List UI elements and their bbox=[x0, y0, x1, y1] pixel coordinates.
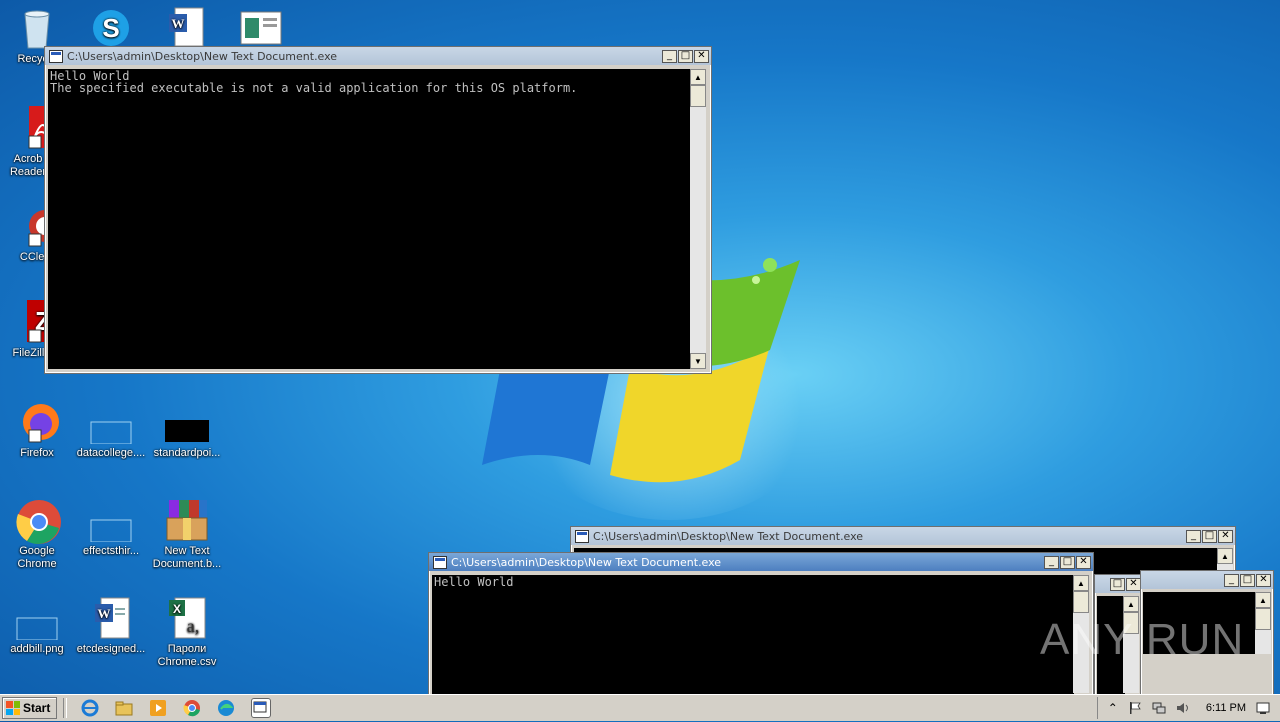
scroll-up-arrow-icon[interactable]: ▲ bbox=[1217, 548, 1233, 564]
minimize-button[interactable]: _ bbox=[1044, 555, 1059, 569]
start-label: Start bbox=[23, 701, 51, 715]
flag-notification-icon[interactable] bbox=[1128, 701, 1142, 715]
desktop-icon-label: effectsthir... bbox=[82, 545, 140, 557]
svg-text:W: W bbox=[98, 606, 111, 621]
svg-text:W: W bbox=[172, 16, 185, 31]
chrome-taskbar-icon[interactable] bbox=[183, 699, 201, 717]
clock[interactable]: 6:11 PM bbox=[1206, 702, 1246, 714]
desktop-icon-label: addbill.png bbox=[10, 643, 64, 655]
desktop-icon-chrome-passwords-csv[interactable]: Xa, Пароли Chrome.csv bbox=[150, 596, 224, 669]
blank-file-icon bbox=[15, 596, 59, 641]
scroll-up-arrow-icon[interactable]: ▲ bbox=[1255, 592, 1271, 608]
desktop-icon-label: standardpoi... bbox=[153, 447, 221, 459]
desktop-icon-label: New Text Document.b... bbox=[152, 545, 222, 570]
black-image-icon bbox=[165, 400, 209, 444]
tray-expand-chevron-icon[interactable]: ⌃ bbox=[1108, 701, 1118, 715]
scroll-up-arrow-icon[interactable]: ▲ bbox=[690, 69, 706, 85]
scroll-thumb[interactable] bbox=[690, 85, 706, 107]
show-desktop-icon[interactable] bbox=[1256, 701, 1270, 715]
taskbar-separator bbox=[63, 698, 68, 718]
svg-text:S: S bbox=[102, 13, 119, 43]
windows-flag-icon bbox=[6, 701, 20, 715]
maximize-button[interactable]: □ bbox=[1240, 573, 1255, 587]
scroll-up-arrow-icon[interactable]: ▲ bbox=[1123, 596, 1139, 612]
desktop-icon-chrome[interactable]: Google Chrome bbox=[0, 498, 74, 571]
system-tray: ⌃ 6:11 PM bbox=[1096, 697, 1280, 719]
maximize-button[interactable]: □ bbox=[1110, 577, 1125, 591]
window-titlebar[interactable]: _ □ ✕ bbox=[1141, 571, 1273, 589]
window-title: C:\Users\admin\Desktop\New Text Document… bbox=[451, 555, 722, 569]
window-title: C:\Users\admin\Desktop\New Text Document… bbox=[67, 49, 338, 63]
maximize-button[interactable]: □ bbox=[678, 49, 693, 63]
desktop-icon-firefox[interactable]: Firefox bbox=[0, 400, 74, 460]
desktop-icon-label: Google Chrome bbox=[17, 545, 57, 570]
console-output[interactable]: Hello World The specified executable is n… bbox=[48, 69, 690, 369]
minimize-button[interactable]: _ bbox=[1186, 529, 1201, 543]
winrar-archive-icon bbox=[165, 498, 209, 542]
volume-icon[interactable] bbox=[1176, 701, 1190, 715]
window-title: C:\Users\admin\Desktop\New Text Document… bbox=[593, 529, 864, 543]
vertical-scrollbar[interactable]: ▲ ▼ bbox=[690, 69, 706, 369]
desktop-icon-label: etcdesigned... bbox=[76, 643, 146, 655]
console-output[interactable]: Hello World bbox=[432, 575, 1074, 695]
recycle-bin-icon bbox=[15, 6, 59, 50]
minimize-button[interactable]: _ bbox=[662, 49, 677, 63]
svg-text:X: X bbox=[173, 602, 181, 616]
desktop-icon-datacollege[interactable]: datacollege.... bbox=[74, 400, 148, 460]
blank-file-icon bbox=[89, 498, 133, 543]
file-explorer-icon[interactable] bbox=[115, 699, 133, 717]
console-taskbar-button-icon[interactable] bbox=[251, 698, 272, 718]
internet-explorer-icon[interactable] bbox=[81, 699, 99, 717]
console-line: Hello World bbox=[434, 575, 514, 589]
firefox-icon bbox=[15, 400, 59, 444]
edge-icon[interactable] bbox=[217, 699, 235, 717]
close-button[interactable]: ✕ bbox=[694, 49, 709, 63]
taskbar: Start ⌃ 6:11 PM bbox=[0, 694, 1280, 721]
media-player-icon[interactable] bbox=[149, 699, 167, 717]
minimize-button[interactable]: _ bbox=[1224, 573, 1239, 587]
start-button[interactable]: Start bbox=[2, 697, 58, 719]
desktop-icon-effectsthir[interactable]: effectsthir... bbox=[74, 498, 148, 558]
console-line: The specified executable is not a valid … bbox=[50, 81, 578, 95]
console-window-front[interactable]: C:\Users\admin\Desktop\New Text Document… bbox=[428, 552, 1094, 696]
word-doc-icon: W bbox=[89, 596, 133, 640]
console-app-icon bbox=[433, 555, 447, 569]
console-app-icon bbox=[575, 529, 589, 543]
close-button[interactable]: ✕ bbox=[1218, 529, 1233, 543]
close-button[interactable]: ✕ bbox=[1126, 577, 1141, 591]
scroll-thumb[interactable] bbox=[1073, 591, 1089, 613]
desktop-icon-etcdesigned[interactable]: W etcdesigned... bbox=[74, 596, 148, 656]
desktop-icon-label: datacollege.... bbox=[76, 447, 146, 459]
scroll-up-arrow-icon[interactable]: ▲ bbox=[1073, 575, 1089, 591]
scroll-thumb[interactable] bbox=[1255, 608, 1271, 630]
maximize-button[interactable]: □ bbox=[1202, 529, 1217, 543]
desktop-icon-addbill[interactable]: addbill.png bbox=[0, 596, 74, 656]
chrome-icon bbox=[15, 498, 61, 544]
close-button[interactable]: ✕ bbox=[1076, 555, 1091, 569]
network-icon[interactable] bbox=[1152, 701, 1166, 715]
desktop-icon-label: Пароли Chrome.csv bbox=[157, 643, 217, 668]
window-titlebar[interactable]: C:\Users\admin\Desktop\New Text Document… bbox=[571, 527, 1235, 545]
close-button[interactable]: ✕ bbox=[1256, 573, 1271, 587]
window-titlebar[interactable]: C:\Users\admin\Desktop\New Text Document… bbox=[45, 47, 711, 65]
window-titlebar[interactable]: □ ✕ bbox=[1095, 575, 1141, 593]
document-preview-icon bbox=[239, 6, 283, 50]
console-window-main[interactable]: C:\Users\admin\Desktop\New Text Document… bbox=[44, 46, 712, 374]
vertical-scrollbar[interactable]: ▲ bbox=[1255, 592, 1271, 654]
window-titlebar[interactable]: C:\Users\admin\Desktop\New Text Document… bbox=[429, 553, 1093, 571]
desktop-icon-label: Acrob Reader bbox=[9, 153, 47, 178]
desktop-icon-standardpoi[interactable]: standardpoi... bbox=[150, 400, 224, 460]
word-doc-icon: W bbox=[165, 6, 209, 50]
maximize-button[interactable]: □ bbox=[1060, 555, 1075, 569]
console-app-icon bbox=[49, 49, 63, 63]
anyrun-watermark: ANY RUN bbox=[1040, 615, 1245, 664]
desktop-icon-label: Firefox bbox=[20, 447, 54, 459]
svg-text:a,: a, bbox=[187, 616, 200, 636]
desktop-icon-winrar-archive[interactable]: New Text Document.b... bbox=[150, 498, 224, 571]
skype-icon: S bbox=[89, 6, 133, 50]
blank-file-icon bbox=[89, 400, 133, 445]
scroll-down-arrow-icon[interactable]: ▼ bbox=[690, 353, 706, 369]
excel-csv-icon: Xa, bbox=[165, 596, 209, 640]
